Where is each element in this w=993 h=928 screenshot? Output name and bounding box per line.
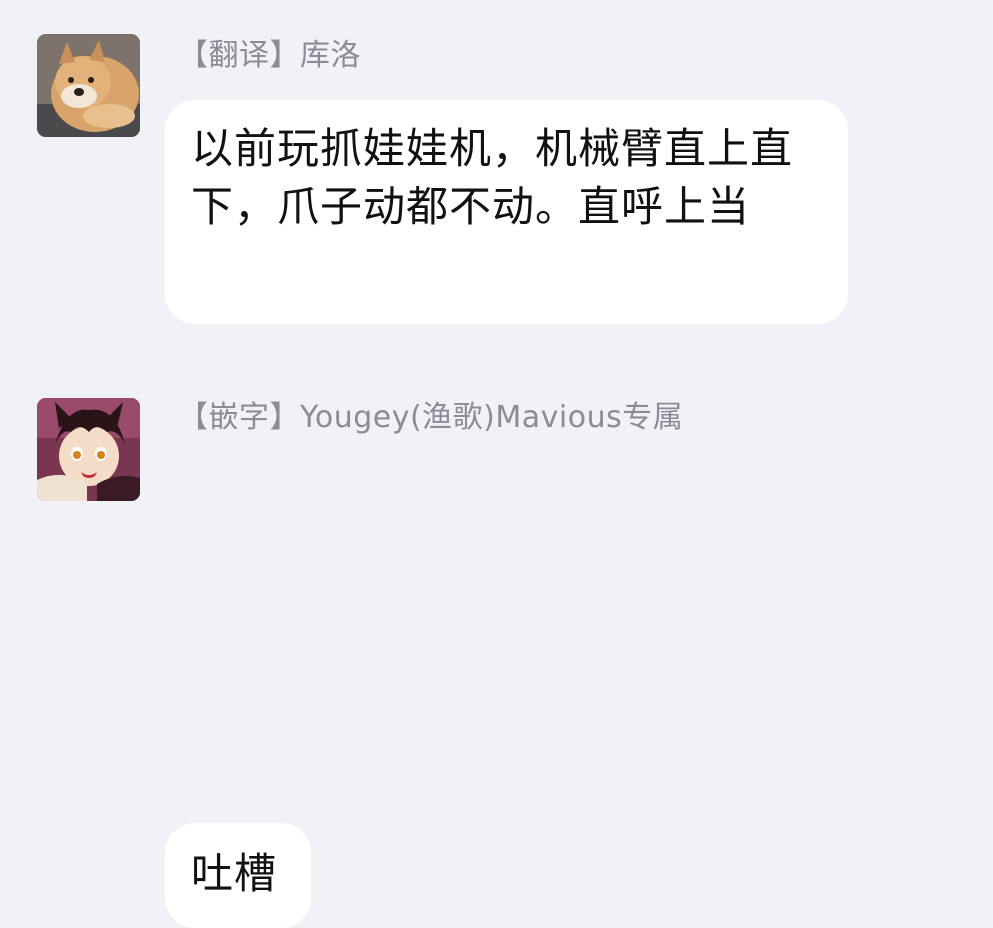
message-bubble[interactable]: 以前玩抓娃娃机，机械臂直上直下，爪子动都不动。直呼上当 — [165, 100, 848, 324]
sender-name: 【嵌字】Yougey(渔歌)Mavious专属 — [178, 400, 684, 435]
shiba-dog-avatar-icon[interactable] — [37, 34, 140, 137]
sender-name: 【翻译】库洛 — [178, 38, 361, 73]
chat-message-list: 【翻译】库洛 以前玩抓娃娃机，机械臂直上直下，爪子动都不动。直呼上当 【嵌字】Y… — [0, 0, 993, 928]
message-bubble[interactable]: 吐槽 — [165, 823, 311, 928]
anime-boy-avatar-icon[interactable] — [37, 398, 140, 501]
